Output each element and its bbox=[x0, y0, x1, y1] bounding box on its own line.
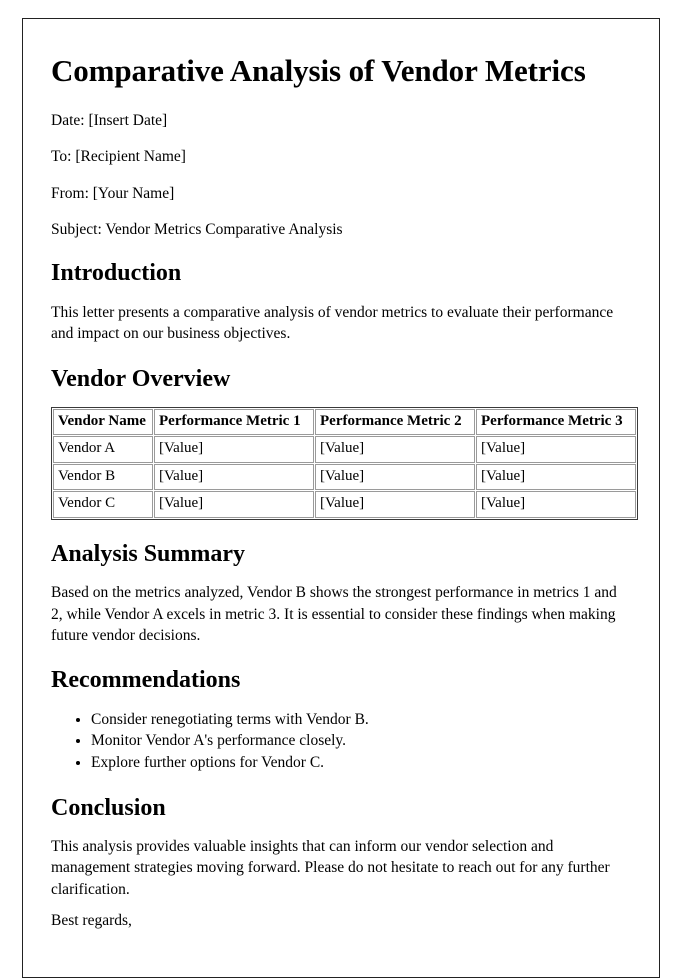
list-item: Monitor Vendor A's performance closely. bbox=[91, 730, 631, 752]
cell-vendor-name: Vendor A bbox=[53, 436, 153, 463]
cell-vendor-name: Vendor B bbox=[53, 463, 153, 491]
list-item: Consider renegotiating terms with Vendor… bbox=[91, 709, 631, 731]
list-item: Explore further options for Vendor C. bbox=[91, 752, 631, 774]
recommendations-list: Consider renegotiating terms with Vendor… bbox=[51, 709, 631, 774]
table-row: Vendor B [Value] [Value] [Value] bbox=[53, 463, 636, 491]
paragraph-conclusion: This analysis provides valuable insights… bbox=[51, 837, 610, 898]
page-title: Comparative Analysis of Vendor Metrics bbox=[51, 53, 586, 88]
cell-metric-3: [Value] bbox=[476, 463, 636, 491]
cell-metric-1: [Value] bbox=[154, 491, 314, 518]
cell-metric-1: [Value] bbox=[154, 436, 314, 463]
heading-recommendations: Recommendations bbox=[51, 667, 241, 694]
table-row: Vendor C [Value] [Value] [Value] bbox=[53, 491, 636, 518]
meta-sender: From: [Your Name] bbox=[51, 184, 175, 202]
table-header: Vendor Name Performance Metric 1 Perform… bbox=[53, 408, 636, 436]
cell-metric-2: [Value] bbox=[315, 463, 475, 491]
column-header-metric-3: Performance Metric 3 bbox=[476, 408, 636, 436]
document-body: Comparative Analysis of Vendor Metrics D… bbox=[23, 19, 659, 931]
column-header-vendor-name: Vendor Name bbox=[53, 408, 153, 436]
cell-metric-3: [Value] bbox=[476, 436, 636, 463]
table-body: Vendor A [Value] [Value] [Value] Vendor … bbox=[53, 436, 636, 518]
cell-metric-3: [Value] bbox=[476, 491, 636, 518]
meta-subject: Subject: Vendor Metrics Comparative Anal… bbox=[51, 221, 343, 239]
heading-vendor-overview: Vendor Overview bbox=[51, 365, 231, 392]
column-header-metric-2: Performance Metric 2 bbox=[315, 408, 475, 436]
meta-recipient: To: [Recipient Name] bbox=[51, 148, 186, 166]
cell-metric-2: [Value] bbox=[315, 436, 475, 463]
cell-metric-1: [Value] bbox=[154, 463, 314, 491]
cell-vendor-name: Vendor C bbox=[53, 491, 153, 518]
paragraph-analysis-summary: Based on the metrics analyzed, Vendor B … bbox=[51, 584, 617, 644]
cell-metric-2: [Value] bbox=[315, 491, 475, 518]
heading-introduction: Introduction bbox=[51, 260, 182, 287]
vendor-metrics-table: Vendor Name Performance Metric 1 Perform… bbox=[51, 406, 638, 520]
meta-date: Date: [Insert Date] bbox=[51, 111, 168, 129]
column-header-metric-1: Performance Metric 1 bbox=[154, 408, 314, 436]
heading-analysis-summary: Analysis Summary bbox=[51, 540, 246, 567]
document-page: Comparative Analysis of Vendor Metrics D… bbox=[22, 18, 660, 978]
table-header-row: Vendor Name Performance Metric 1 Perform… bbox=[53, 408, 636, 436]
signoff-line: Best regards, bbox=[51, 912, 132, 930]
heading-conclusion: Conclusion bbox=[51, 794, 166, 821]
paragraph-introduction: This letter presents a comparative analy… bbox=[51, 303, 614, 343]
table-row: Vendor A [Value] [Value] [Value] bbox=[53, 436, 636, 463]
